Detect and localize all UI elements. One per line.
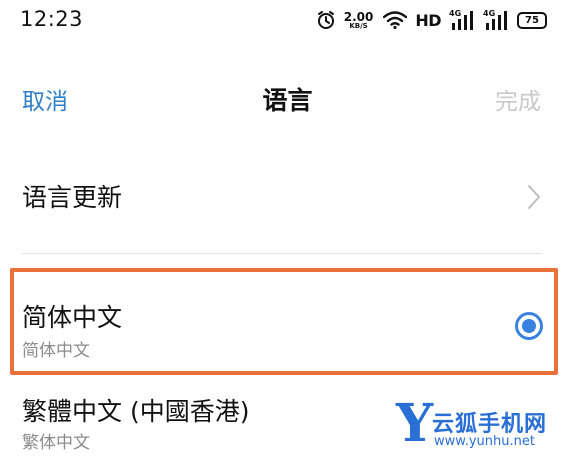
language-update-label: 语言更新 xyxy=(22,183,123,212)
language-update-row[interactable]: 语言更新 xyxy=(0,160,575,236)
signal-strength-1: 4G xyxy=(449,9,475,30)
done-button[interactable]: 完成 xyxy=(495,82,541,116)
status-bar: 12:23 2.00 KB/S HD 4G 4G 75 xyxy=(0,0,575,40)
language-option-title: 繁體中文 (中國香港) xyxy=(22,397,250,426)
signal-bars-icon xyxy=(452,11,473,30)
signal-strength-2: 4G xyxy=(483,9,509,30)
watermark-logo-letter: Y xyxy=(396,393,434,454)
section-divider xyxy=(22,253,542,254)
status-icons: 2.00 KB/S HD 4G 4G 75 xyxy=(316,7,547,33)
language-option-title: 简体中文 xyxy=(22,303,123,332)
language-option-simplified-chinese[interactable]: 简体中文 简体中文 xyxy=(0,268,575,376)
signal-bars-icon xyxy=(486,11,507,30)
wifi-icon xyxy=(383,11,408,29)
network-speed: 2.00 KB/S xyxy=(344,11,374,30)
site-watermark: Y 云狐手机网 www.yunhu.net xyxy=(396,398,571,460)
page-title: 语言 xyxy=(262,86,313,115)
radio-selected-icon[interactable] xyxy=(515,312,543,340)
chevron-right-icon xyxy=(528,185,540,209)
language-option-subtitle: 简体中文 xyxy=(22,341,90,361)
alarm-icon xyxy=(317,11,334,29)
action-bar: 取消 语言 完成 xyxy=(0,70,575,125)
battery-icon: 75 xyxy=(517,11,547,29)
status-time: 12:23 xyxy=(20,7,84,31)
language-option-subtitle: 繁体中文 xyxy=(22,433,90,453)
network-speed-unit: KB/S xyxy=(349,21,368,30)
watermark-url: www.yunhu.net xyxy=(434,434,535,449)
network-speed-value: 2.00 xyxy=(343,9,374,24)
hd-voice-label: HD xyxy=(415,10,441,30)
language-settings-screen: 12:23 2.00 KB/S HD 4G 4G 75 取消 语言 完成 语言更… xyxy=(0,0,575,468)
